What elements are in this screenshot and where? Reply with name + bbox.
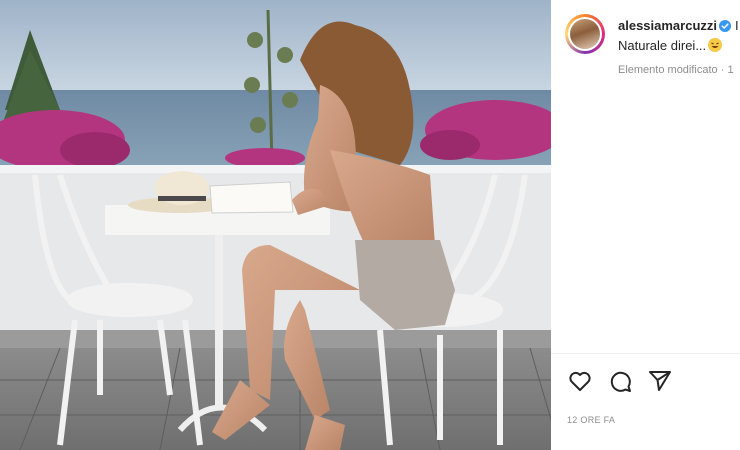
comment-bubble-icon[interactable] bbox=[607, 368, 633, 394]
rofl-emoji-icon bbox=[708, 38, 723, 52]
caption-text: Naturale direi... bbox=[618, 38, 707, 53]
more-options-button[interactable]: I bbox=[735, 18, 739, 33]
avatar[interactable] bbox=[568, 17, 602, 51]
paper-plane-icon[interactable] bbox=[647, 368, 673, 394]
username-link[interactable]: alessiamarcuzzi bbox=[618, 18, 717, 33]
post-image[interactable] bbox=[0, 0, 551, 450]
story-ring[interactable] bbox=[565, 14, 605, 54]
avatar-photo bbox=[570, 19, 600, 49]
verified-badge-icon bbox=[719, 20, 731, 32]
post-timestamp[interactable]: 12 ORE FA bbox=[567, 415, 615, 425]
post-caption: Naturale direi... bbox=[618, 38, 723, 53]
edited-suffix: · 1 bbox=[720, 64, 734, 76]
divider bbox=[551, 353, 740, 354]
edited-text: Elemento modificato bbox=[618, 64, 718, 76]
edited-label: Elemento modificato · 1 bbox=[618, 64, 734, 76]
heart-icon[interactable] bbox=[567, 368, 593, 394]
post-sidebar: alessiamarcuzzi I Naturale direi... Elem… bbox=[551, 0, 740, 450]
